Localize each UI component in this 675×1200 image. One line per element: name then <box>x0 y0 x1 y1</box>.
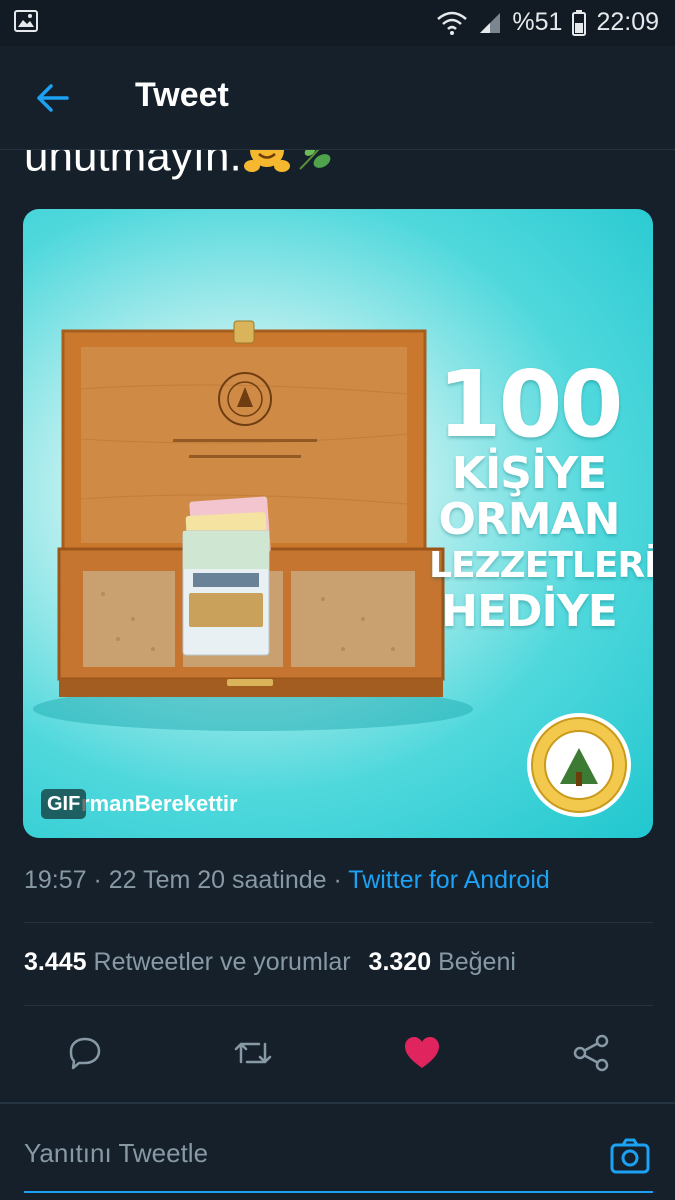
gif-badge: GIF <box>41 789 87 819</box>
reply-input-underline <box>24 1191 653 1193</box>
gallery-notification-icon <box>14 10 38 37</box>
status-bar: %51 22:09 <box>0 0 675 46</box>
likes-count: 3.320 <box>368 948 432 976</box>
battery-icon <box>572 9 587 36</box>
headline-line-3: LEZZETLERİ <box>429 545 653 586</box>
likes-stat[interactable]: 3.320 Beğeni <box>369 948 516 976</box>
tweet-date: 22 Tem 20 saatinde <box>108 866 327 894</box>
back-button[interactable] <box>30 76 74 120</box>
reply-composer: Yanıtını Tweetle <box>0 1103 675 1200</box>
heart-icon <box>405 1037 439 1068</box>
headline-line-1: KİŞİYE <box>451 448 607 499</box>
tweet-time: 19:57 <box>24 866 87 894</box>
meta-separator: · <box>326 866 349 894</box>
signal-icon <box>478 11 502 35</box>
retweets-label: Retweetler ve yorumlar <box>93 948 351 976</box>
arrow-left-icon <box>37 84 69 112</box>
status-indicators: %51 22:09 <box>436 8 659 37</box>
camera-icon <box>610 1138 650 1174</box>
retweet-icon <box>234 1042 272 1064</box>
meta-separator: · <box>86 866 109 894</box>
like-button[interactable] <box>394 1025 450 1081</box>
retweets-count: 3.445 <box>24 948 87 976</box>
share-button[interactable] <box>563 1025 619 1081</box>
divider <box>24 1005 653 1006</box>
retweets-stat[interactable]: 3.445 Retweetler ve yorumlar <box>24 948 351 976</box>
reply-icon <box>69 1037 101 1070</box>
battery-percent: %51 <box>512 8 563 36</box>
retweet-button[interactable] <box>225 1025 281 1081</box>
headline-line-4: HEDİYE <box>441 586 618 637</box>
divider <box>24 922 653 923</box>
clock: 22:09 <box>596 8 659 36</box>
reply-button[interactable] <box>57 1025 113 1081</box>
ogm-seal-logo <box>526 712 632 818</box>
wifi-icon <box>436 11 468 35</box>
app-header: Tweet <box>0 46 675 150</box>
headline-line-2: ORMAN <box>438 494 621 545</box>
page-title: Tweet <box>135 76 229 114</box>
tweet-media[interactable]: 100 KİŞİYE ORMAN LEZZETLERİ HEDİYE rmanB… <box>23 209 653 838</box>
tweet-source-link[interactable]: Twitter for Android <box>348 866 549 894</box>
tweet-stats: 3.445 Retweetler ve yorumlar 3.320 Beğeni <box>24 948 516 977</box>
headline-number: 100 <box>437 351 623 458</box>
tweet-meta: 19:57 · 22 Tem 20 saatinde · Twitter for… <box>24 866 550 895</box>
media-hashtag: rmanBerekettir <box>81 791 238 816</box>
likes-label: Beğeni <box>438 948 516 976</box>
promo-headline: 100 KİŞİYE ORMAN LEZZETLERİ HEDİYE <box>429 351 653 637</box>
tweet-actions <box>0 1025 675 1081</box>
share-icon <box>573 1034 609 1072</box>
camera-button[interactable] <box>606 1132 654 1180</box>
reply-input[interactable]: Yanıtını Tweetle <box>24 1138 208 1169</box>
